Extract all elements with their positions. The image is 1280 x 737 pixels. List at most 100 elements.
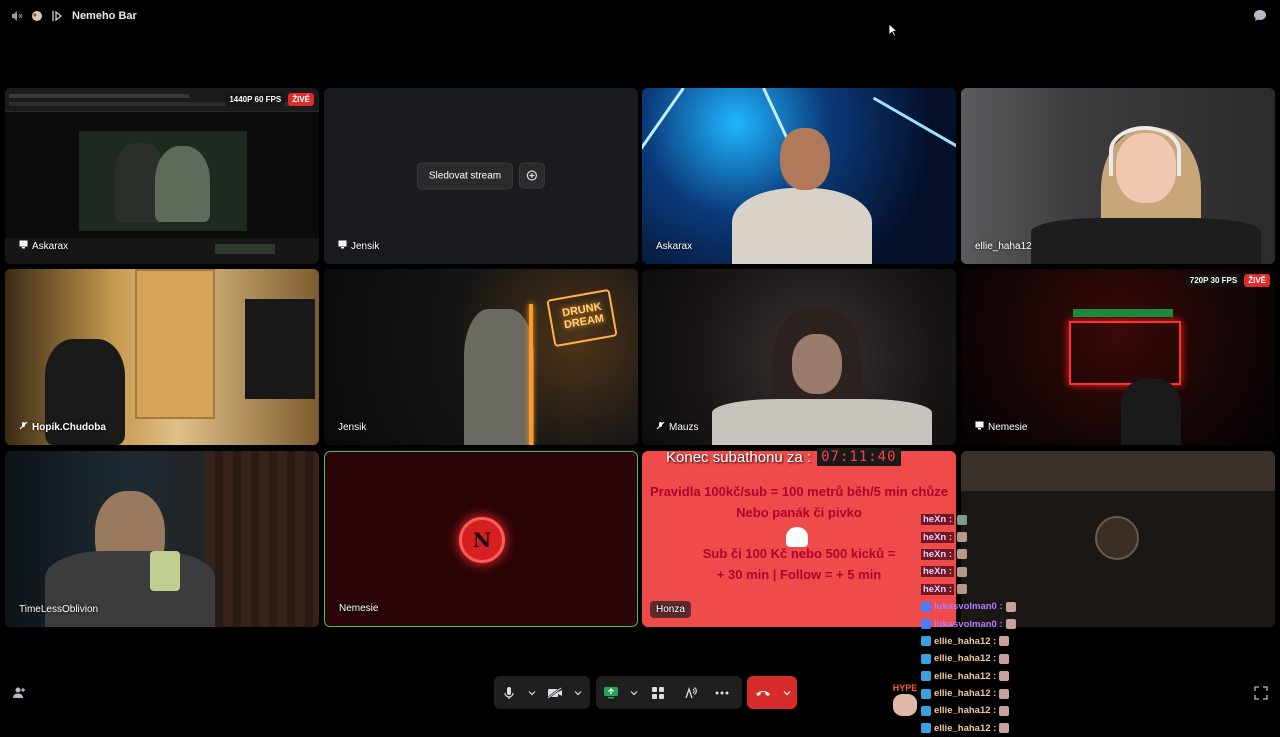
deafened-mic-icon xyxy=(656,421,665,433)
video-tile-jensik-stream[interactable]: Sledovat stream Jensik xyxy=(324,88,638,264)
chat-message: lukasvolman0 : xyxy=(921,615,1041,632)
chat-message: ellie_haha12 : xyxy=(921,633,1041,650)
badge-icon xyxy=(921,688,931,699)
stream-badges: 1440P 60 FPS ŽIVĚ xyxy=(225,93,314,106)
badge-icon xyxy=(921,705,931,716)
chat-message: heXn : xyxy=(921,563,1041,580)
stage-channel-icon xyxy=(50,9,64,23)
fullscreen-icon[interactable] xyxy=(1254,686,1268,700)
hype-emote-icon xyxy=(999,636,1010,647)
hype-emote-icon xyxy=(999,723,1010,734)
speaker-muted-icon[interactable] xyxy=(10,9,24,23)
chat-message: ellie_haha12 : xyxy=(921,685,1041,702)
badge-icon xyxy=(921,619,931,630)
participant-name: Nemesie xyxy=(339,603,379,614)
quality-badge: 1440P 60 FPS xyxy=(225,93,286,106)
audio-video-controls xyxy=(494,676,590,709)
share-activity-controls xyxy=(596,676,742,709)
subathon-label: Konec subathonu za : xyxy=(666,448,812,466)
hang-up-icon[interactable] xyxy=(747,676,779,709)
hype-emote-icon xyxy=(999,688,1010,699)
chat-message: ellie_haha12 : xyxy=(921,668,1041,685)
video-tile-timelessoblivion[interactable]: TimeLessOblivion xyxy=(5,451,319,627)
follow-stream-button[interactable]: Sledovat stream xyxy=(416,162,514,190)
chevron-down-icon[interactable] xyxy=(570,676,586,709)
video-tile-askarax-screen[interactable]: 1440P 60 FPS ŽIVĚ Askarax xyxy=(5,88,319,264)
participant-name: ellie_haha12 xyxy=(975,241,1032,252)
participant-name: TimeLessOblivion xyxy=(19,604,99,615)
emote-icon xyxy=(957,584,968,595)
chat-message: ellie_haha12 : xyxy=(921,720,1041,737)
badge-icon xyxy=(921,601,931,612)
participant-name: Hopík.Chudoba xyxy=(13,418,112,436)
chat-message: ellie_haha12 : xyxy=(921,702,1041,719)
badge-icon xyxy=(921,636,931,647)
quality-badge: 720P 30 FPS xyxy=(1185,274,1242,287)
participant-name: Nemesie xyxy=(969,418,1033,436)
hype-emote-icon xyxy=(999,671,1010,682)
microphone-button[interactable] xyxy=(494,676,524,709)
hype-emote-icon xyxy=(1005,619,1016,630)
live-badge: ŽIVĚ xyxy=(1244,274,1270,287)
video-tile-askarax-camera[interactable]: Askarax xyxy=(642,88,956,264)
video-tile-mauzs[interactable]: Mauzs xyxy=(642,269,956,445)
video-tile-honza[interactable]: Pravidla 100kč/sub = 100 metrů běh/5 min… xyxy=(642,451,956,627)
stream-screen-icon xyxy=(338,240,347,252)
stream-badges: 720P 30 FPS ŽIVĚ xyxy=(1185,274,1270,287)
deafened-mic-icon xyxy=(19,421,28,433)
emote-icon xyxy=(957,514,968,525)
add-person-icon[interactable] xyxy=(12,686,26,700)
participant-name: Askarax xyxy=(656,241,693,252)
leave-call-button[interactable] xyxy=(747,676,797,709)
hype-emote-icon xyxy=(999,705,1010,716)
participant-name: Jensik xyxy=(332,237,385,255)
mouse-cursor-icon xyxy=(888,23,899,37)
participant-name: Honza xyxy=(650,601,691,618)
more-options-icon[interactable] xyxy=(706,676,738,709)
badge-icon xyxy=(921,723,931,734)
camera-off-button[interactable] xyxy=(540,676,570,709)
chat-message: heXn : xyxy=(921,511,1041,528)
chat-icon[interactable] xyxy=(1252,8,1268,24)
participant-name: Askarax xyxy=(13,237,74,255)
subathon-rules-2: Sub či 100 Kč nebo 500 kicků = + 30 min … xyxy=(702,546,896,582)
chat-overlay: heXn : heXn : heXn : heXn : heXn : lukas… xyxy=(921,511,1041,737)
subathon-rules: Pravidla 100kč/sub = 100 metrů běh/5 min… xyxy=(649,484,949,520)
channel-title: Nemeho Bar xyxy=(72,10,137,22)
video-tile-ellie[interactable]: ellie_haha12 xyxy=(961,88,1275,264)
hype-emote: HYPE xyxy=(891,683,919,717)
subathon-timer: 07:11:40 xyxy=(817,448,901,466)
follow-controls: Sledovat stream xyxy=(416,162,546,190)
chat-message: lukasvolman0 : xyxy=(921,598,1041,615)
video-tile-nemesie-stream[interactable]: 720P 30 FPS ŽIVĚ Nemesie xyxy=(961,269,1275,445)
chevron-down-icon[interactable] xyxy=(779,676,795,709)
participant-name: Mauzs xyxy=(650,418,704,436)
popout-icon[interactable] xyxy=(519,162,546,189)
subathon-countdown: Konec subathonu za : 07:11:40 xyxy=(642,445,956,469)
badge-icon xyxy=(921,653,931,664)
chat-message: heXn : xyxy=(921,546,1041,563)
emote-icon xyxy=(957,566,968,577)
badge-icon xyxy=(921,671,931,682)
hype-emote-icon xyxy=(1005,601,1016,612)
avatar: N xyxy=(459,517,505,563)
emote-icon xyxy=(957,532,968,543)
chat-message: ellie_haha12 : xyxy=(921,650,1041,667)
stream-screen-icon xyxy=(975,421,984,433)
chat-message: heXn : xyxy=(921,528,1041,545)
chevron-down-icon[interactable] xyxy=(626,676,642,709)
video-tile-nemesie-avatar[interactable]: N Nemesie xyxy=(324,451,638,627)
video-tile-jensik-camera[interactable]: DRUNK DREAM Jensik xyxy=(324,269,638,445)
video-tile-hopik[interactable]: Hopík.Chudoba xyxy=(5,269,319,445)
top-bar: Nemeho Bar xyxy=(0,0,1280,32)
chat-message: heXn : xyxy=(921,581,1041,598)
chevron-down-icon[interactable] xyxy=(524,676,540,709)
screen-share-button[interactable] xyxy=(596,676,626,709)
live-badge: ŽIVĚ xyxy=(288,93,314,106)
activities-icon[interactable] xyxy=(642,676,674,709)
soundboard-icon[interactable] xyxy=(674,676,706,709)
hype-emote-icon xyxy=(999,653,1010,664)
participant-name: Jensik xyxy=(338,422,367,433)
stream-screen-icon xyxy=(19,240,28,252)
server-icon xyxy=(30,9,44,23)
